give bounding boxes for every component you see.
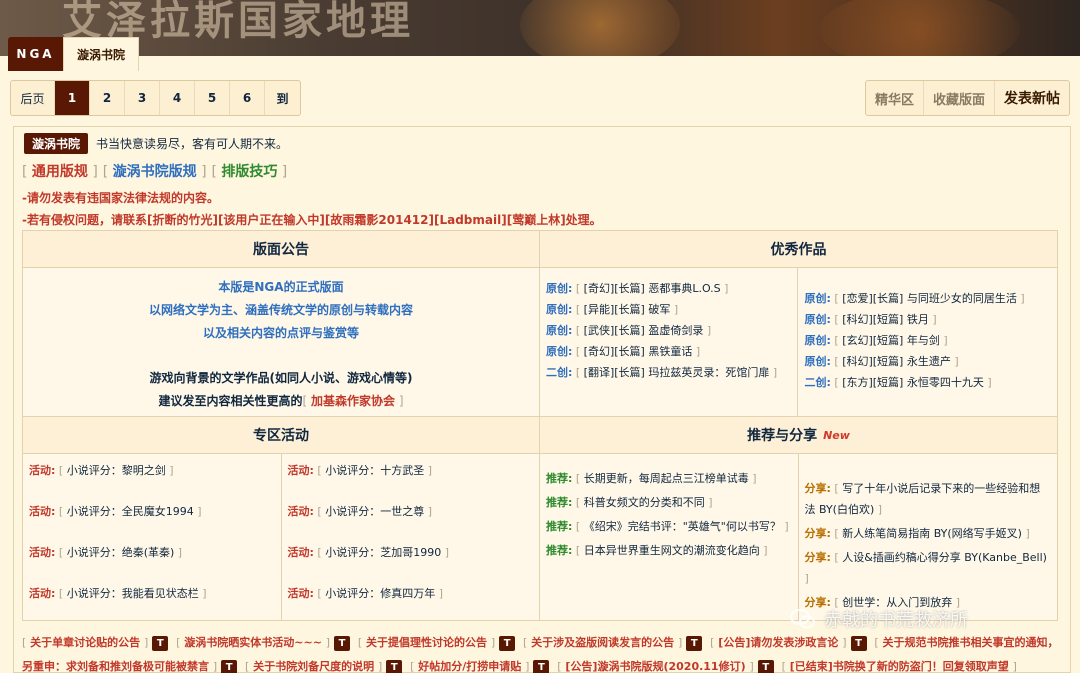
banner-glow bbox=[820, 0, 1020, 56]
thread-badge: T bbox=[499, 636, 516, 651]
prev-page-button[interactable]: 后页 bbox=[11, 81, 55, 115]
thread-badge: T bbox=[757, 660, 774, 673]
warning-line: -若有侵权问题，请联系[折断的竹光][该用户正在输入中][故雨霜影201412]… bbox=[22, 213, 602, 227]
breadcrumb: NGA 漩涡书院 bbox=[8, 37, 139, 71]
pinned-thread[interactable]: [ 漩涡书院晒实体书活动~~~ ] bbox=[176, 636, 330, 649]
activities-col-1: 活动: [ 小说评分：黎明之剑 ] 活动: [ 小说评分：全民魔女1994 ] … bbox=[23, 454, 282, 620]
page-button-4[interactable]: 4 bbox=[160, 81, 195, 115]
share-item[interactable]: 分享: [ 新人练笔简易指南 BY(网络写手姬叉) ] bbox=[805, 523, 1052, 544]
pinned-thread[interactable]: [ [已结束]书院换了新的防盗门！回复领取声望 ] bbox=[782, 660, 1017, 673]
works-right-list: 原创: [ [恋爱][长篇] 与同班少女的同居生活 ] 原创: [ [科幻][短… bbox=[798, 268, 1057, 416]
activity-item[interactable]: 活动: [ 小说评分：全民魔女1994 ] bbox=[29, 503, 275, 544]
work-item[interactable]: 原创: [ [恋爱][长篇] 与同班少女的同居生活 ] bbox=[804, 288, 1051, 309]
grid-header-row: 版面公告 优秀作品 bbox=[23, 231, 1057, 268]
pinned-thread[interactable]: [ 关于单章讨论贴的公告 ] bbox=[22, 636, 148, 649]
goto-page-button[interactable]: 到 bbox=[265, 81, 300, 115]
recommend-item[interactable]: 推荐: [ 长期更新，每周起点三江榜单试毒 ] bbox=[546, 468, 792, 489]
share-item[interactable]: 分享: [ 写了十年小说后记录下来的一些经验和想法 BY(白伯欢) ] bbox=[805, 478, 1052, 520]
watermark-text: 赤戟的书荒救济所 bbox=[824, 610, 968, 631]
work-item[interactable]: 二创: [ [东方][短篇] 永恒零四十九天 ] bbox=[804, 372, 1051, 393]
announcement-line: 本版是NGA的正式版面 bbox=[218, 280, 344, 294]
grid-content-row: 本版是NGA的正式版面 以网络文学为主、涵盖传统文学的原创与转载内容 以及相关内… bbox=[23, 268, 1057, 417]
recommend-item[interactable]: 推荐: [ 日本异世界重生网文的潮流变化趋向 ] bbox=[546, 540, 792, 561]
work-item[interactable]: 二创: [ [翻译][长篇] 玛拉兹英灵录：死馆门扉 ] bbox=[546, 362, 792, 383]
recommend-item[interactable]: 推荐: [ 科普女频文的分类和不同 ] bbox=[546, 492, 792, 513]
thread-badge: T bbox=[386, 660, 403, 673]
work-item[interactable]: 原创: [ [科幻][短篇] 永生遗产 ] bbox=[804, 351, 1051, 372]
work-item[interactable]: 原创: [ [武侠][长篇] 盈虚倚剑录 ] bbox=[546, 320, 792, 341]
activity-item[interactable]: 活动: [ 小说评分：十方武圣 ] bbox=[288, 462, 534, 503]
board-info-panel: 漩涡书院 书当快意读易尽，客有可人期不来。 [ 通用版规 ] [ 漩涡书院版规 … bbox=[13, 126, 1071, 673]
announcement-body: 本版是NGA的正式版面 以网络文学为主、涵盖传统文学的原创与转载内容 以及相关内… bbox=[23, 268, 540, 416]
share-list: 分享: [ 写了十年小说后记录下来的一些经验和想法 BY(白伯欢) ] 分享: … bbox=[799, 454, 1058, 620]
announcement-line: 以及相关内容的点评与鉴赏等 bbox=[202, 326, 359, 340]
breadcrumb-site[interactable]: NGA bbox=[8, 37, 63, 71]
page-button-2[interactable]: 2 bbox=[90, 81, 125, 115]
page-button-1[interactable]: 1 bbox=[55, 81, 90, 115]
activity-item[interactable]: 活动: [ 小说评分：一世之尊 ] bbox=[288, 503, 534, 544]
pinned-thread[interactable]: [ 好帖加分/打捞申请贴 ] bbox=[410, 660, 529, 673]
board-motto: 书当快意读易尽，客有可人期不来。 bbox=[96, 137, 289, 151]
new-post-button[interactable]: 发表新帖 bbox=[995, 81, 1069, 115]
thread-badge: T bbox=[686, 636, 703, 651]
work-item[interactable]: 原创: [ [异能][长篇] 破军 ] bbox=[546, 299, 792, 320]
thread-badge: T bbox=[221, 660, 238, 673]
activity-item[interactable]: 活动: [ 小说评分：修真四万年 ] bbox=[288, 585, 534, 626]
banner-glow bbox=[520, 0, 680, 56]
recommend-list: 推荐: [ 长期更新，每周起点三江榜单试毒 ] 推荐: [ 科普女频文的分类和不… bbox=[540, 454, 799, 620]
banner: 艾泽拉斯国家地理 bbox=[0, 0, 1080, 56]
share-item[interactable]: 分享: [ 人设&插画约稿心得分享 BY(Kanbe_Bell) ] bbox=[805, 547, 1052, 589]
announcement-line: 建议发至内容相关性更高的[ 加基森作家协会 ] bbox=[158, 394, 404, 408]
activity-item[interactable]: 活动: [ 小说评分：我能看见状态栏 ] bbox=[29, 585, 275, 626]
writers-guild-link[interactable]: 加基森作家协会 bbox=[311, 394, 395, 408]
announcement-line: 以网络文学为主、涵盖传统文学的原创与转载内容 bbox=[148, 303, 413, 317]
watermark: 赤戟的书荒救济所 bbox=[790, 606, 968, 632]
info-grid: 版面公告 优秀作品 本版是NGA的正式版面 以网络文学为主、涵盖传统文学的原创与… bbox=[22, 230, 1058, 621]
works-left-list: 原创: [ [奇幻][长篇] 恶都事典L.O.S ] 原创: [ [异能][长篇… bbox=[540, 268, 799, 416]
work-item[interactable]: 原创: [ [玄幻][短篇] 年与剑 ] bbox=[804, 330, 1051, 351]
activity-item[interactable]: 活动: [ 小说评分：绝秦(革秦) ] bbox=[29, 544, 275, 585]
favorite-board-button[interactable]: 收藏版面 bbox=[924, 81, 995, 115]
pinned-threads: [ 关于单章讨论贴的公告 ] T [ 漩涡书院晒实体书活动~~~ ] T [ 关于提… bbox=[22, 631, 1062, 673]
works-title: 优秀作品 bbox=[540, 231, 1057, 267]
thread-badge: T bbox=[152, 636, 169, 651]
page-button-5[interactable]: 5 bbox=[195, 81, 230, 115]
thread-badge: T bbox=[850, 636, 867, 651]
rule-link-board[interactable]: 漩涡书院版规 bbox=[113, 164, 197, 180]
rule-links: [ 通用版规 ] [ 漩涡书院版规 ] [ 排版技巧 ] bbox=[22, 164, 288, 180]
page-button-6[interactable]: 6 bbox=[230, 81, 265, 115]
activities-title: 专区活动 bbox=[23, 417, 540, 453]
activities-col-2: 活动: [ 小说评分：十方武圣 ] 活动: [ 小说评分：一世之尊 ] 活动: … bbox=[282, 454, 540, 620]
new-badge: New bbox=[823, 428, 850, 442]
pinned-thread[interactable]: [ [公告]漩涡书院版规(2020.11修订) ] bbox=[557, 660, 754, 673]
recommend-item[interactable]: 推荐: [ 《绍宋》完结书评："英雄气"何以书写？ ] bbox=[546, 516, 792, 537]
rule-link-general[interactable]: 通用版规 bbox=[32, 164, 88, 180]
rule-link-format[interactable]: 排版技巧 bbox=[221, 164, 277, 180]
pinned-thread[interactable]: [ [公告]请勿发表涉政言论 ] bbox=[710, 636, 846, 649]
thread-badge: T bbox=[334, 636, 351, 651]
recommend-title: 推荐与分享 New bbox=[540, 417, 1057, 453]
pagination: 后页 1 2 3 4 5 6 到 bbox=[10, 80, 301, 116]
work-item[interactable]: 原创: [ [奇幻][长篇] 黑铁童话 ] bbox=[546, 341, 792, 362]
grid-content-row: 活动: [ 小说评分：黎明之剑 ] 活动: [ 小说评分：全民魔女1994 ] … bbox=[23, 454, 1057, 620]
work-item[interactable]: 原创: [ [科幻][短篇] 铁月 ] bbox=[804, 309, 1051, 330]
board-toolbar: 精华区 收藏版面 发表新帖 bbox=[864, 80, 1070, 116]
thread-badge: T bbox=[533, 660, 550, 673]
pinned-thread[interactable]: [ 关于提倡理性讨论的公告 ] bbox=[358, 636, 495, 649]
work-item[interactable]: 原创: [ [奇幻][长篇] 恶都事典L.O.S ] bbox=[546, 278, 792, 299]
announcement-title: 版面公告 bbox=[23, 231, 540, 267]
announcement-line: 游戏向背景的文学作品(如同人小说、游戏心情等) bbox=[149, 371, 413, 385]
wechat-icon bbox=[790, 609, 815, 629]
activity-item[interactable]: 活动: [ 小说评分：芝加哥1990 ] bbox=[288, 544, 534, 585]
featured-button[interactable]: 精华区 bbox=[866, 81, 924, 115]
page-button-3[interactable]: 3 bbox=[125, 81, 160, 115]
grid-header-row: 专区活动 推荐与分享 New bbox=[23, 417, 1057, 454]
board-intro: 漩涡书院 书当快意读易尽，客有可人期不来。 bbox=[24, 133, 288, 154]
breadcrumb-board[interactable]: 漩涡书院 bbox=[63, 37, 139, 71]
warning-line: -请勿发表有违国家法律法规的内容。 bbox=[22, 191, 219, 205]
activity-item[interactable]: 活动: [ 小说评分：黎明之剑 ] bbox=[29, 462, 275, 503]
pinned-thread[interactable]: [ 关于涉及盗版阅读发言的公告 ] bbox=[523, 636, 682, 649]
board-tag: 漩涡书院 bbox=[24, 133, 89, 154]
pinned-thread[interactable]: [ 关于书院刘备尺度的说明 ] bbox=[245, 660, 382, 673]
